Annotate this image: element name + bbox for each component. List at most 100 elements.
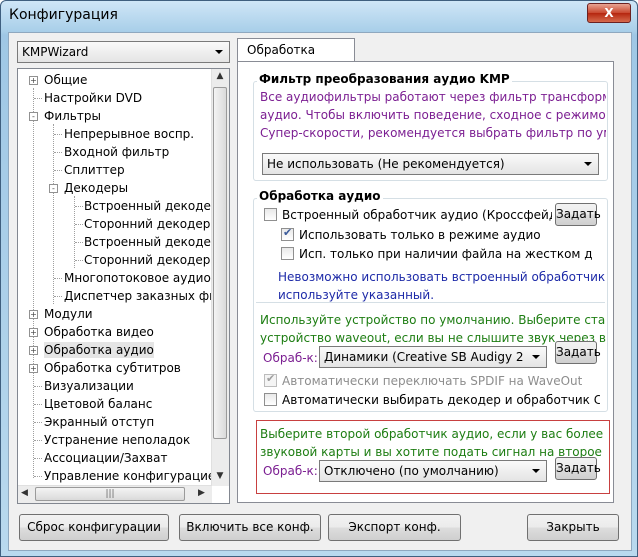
tree-item-builtin-decoder-video[interactable]: Встроенный декодер [84, 198, 219, 214]
renderer-setup-button[interactable]: Задать [555, 341, 601, 364]
tree-guide-line [53, 124, 54, 304]
close-button[interactable]: Закрыть [527, 514, 619, 541]
tree-hscroll-thumb[interactable]: ||| [35, 487, 185, 501]
tree-item-color-balance[interactable]: Цветовой баланс [44, 396, 152, 412]
auto-select-checkbox[interactable] [264, 393, 277, 406]
config-window: Конфигурация X KMPWizard + Общие Настрой… [0, 0, 638, 557]
tree-item-builtin-decoder-audio[interactable]: Встроенный декодер [84, 234, 219, 250]
chevron-down-icon [584, 162, 592, 166]
builtin-renderer-label: Встроенный обработчик аудио (Кроссфейдер… [282, 208, 552, 222]
tree-connector [54, 170, 62, 171]
tree-vscroll-thumb[interactable] [213, 87, 227, 439]
tree-connector [34, 404, 42, 405]
tree-item-external-decoder-audio[interactable]: Сторонний декодер а [84, 252, 222, 268]
second-renderer-combo-value: Отключено (по умолчанию) [324, 464, 499, 478]
audio-filter-combo-value: Не использовать (Не рекомендуется) [267, 157, 505, 171]
settings-tree[interactable]: + Общие Настройки DVD - Фильтры Непрерыв… [17, 68, 230, 504]
scroll-left-icon[interactable]: ◀ [21, 488, 28, 498]
filter-desc-line: Все аудиофильтры работают через фильтр т… [260, 90, 606, 104]
only-hdd-file-checkbox[interactable] [281, 247, 294, 260]
audio-filter-combo[interactable]: Не использовать (Не рекомендуется) [262, 153, 599, 175]
tree-item-audio-processing[interactable]: Обработка аудио [44, 342, 154, 358]
tab-audio-processing[interactable]: Обработка аудио [237, 38, 355, 71]
tree-item-custom-filter-manager[interactable]: Диспетчер заказных филь [64, 288, 229, 304]
tree-item-associations[interactable]: Ассоциации/Захват [44, 450, 167, 466]
preset-combo[interactable]: KMPWizard [17, 41, 230, 63]
chevron-down-icon [215, 50, 223, 54]
title-bar[interactable]: Конфигурация X [1, 1, 637, 33]
tab-page: Фильтр преобразования аудио KMP Все ауди… [237, 61, 614, 503]
tree-item-troubleshooting[interactable]: Устранение неполадок [44, 432, 190, 448]
second-renderer-label: Обраб-к: [263, 464, 318, 478]
tree-connector [54, 278, 62, 279]
filter-group-title: Фильтр преобразования аудио KMP [257, 72, 512, 86]
tree-connector [34, 98, 42, 99]
second-renderer-setup-button[interactable]: Задать [555, 457, 601, 480]
tree-item-input-filter[interactable]: Входной фильтр [64, 144, 169, 160]
audio-renderer-combo-value: Динамики (Creative SB Audigy 2 [324, 350, 524, 364]
grip-icon: ||| [105, 489, 115, 499]
tree-connector [75, 206, 83, 207]
tree-item-subtitle-processing[interactable]: Обработка субтитров [44, 360, 181, 376]
tree-connector [34, 440, 42, 441]
tree-connector [75, 224, 83, 225]
tree-item-external-decoder-video[interactable]: Сторонний декодер в [84, 216, 221, 232]
tree-item-modules[interactable]: Модули [44, 306, 93, 322]
tree-item-decoders[interactable]: Декодеры [64, 180, 128, 196]
scroll-right-icon[interactable]: ▶ [198, 488, 205, 498]
tree-connector [54, 152, 62, 153]
scroll-down-icon[interactable]: ▼ [212, 471, 228, 481]
window-title: Конфигурация [9, 7, 118, 23]
tree-horizontal-scrollbar[interactable]: ◀ ||| ▶ [18, 485, 212, 503]
second-renderer-combo[interactable]: Отключено (по умолчанию) [319, 460, 547, 482]
second-renderer-desc-line: Выберите второй обработчик аудио, если у… [260, 427, 606, 441]
spdif-label: Автоматически переключать SPDIF на WaveO… [282, 374, 582, 388]
tree-item-general[interactable]: Общие [44, 72, 87, 88]
tree-item-screen-margin[interactable]: Экранный отступ [44, 414, 154, 430]
collapse-icon[interactable]: - [49, 184, 58, 193]
export-config-button[interactable]: Экспорт конф. [328, 514, 461, 541]
tree-item-video-processing[interactable]: Обработка видео [44, 324, 154, 340]
tree-connector [34, 386, 42, 387]
spdif-checkbox[interactable] [264, 372, 277, 387]
collapse-icon[interactable]: - [29, 112, 38, 121]
expand-icon[interactable]: + [29, 364, 38, 373]
tree-connector [75, 260, 83, 261]
audio-renderer-combo[interactable]: Динамики (Creative SB Audigy 2 [319, 346, 547, 368]
tree-item-dvd[interactable]: Настройки DVD [44, 90, 142, 106]
tree-connector [34, 458, 42, 459]
expand-icon[interactable]: + [29, 310, 38, 319]
only-hdd-file-label: Исп. только при наличии файла на жестком… [299, 247, 592, 261]
builtin-renderer-checkbox[interactable] [264, 208, 277, 221]
tree-item-filters[interactable]: Фильтры [44, 108, 101, 124]
scroll-up-icon[interactable]: ▲ [212, 71, 228, 81]
default-device-desc-line: Используйте устройство по умолчанию. Выб… [260, 313, 606, 327]
filter-desc-line: Супер-скорости, рекомендуется выбрать фи… [260, 126, 606, 140]
preset-combo-value: KMPWizard [22, 45, 89, 59]
chevron-down-icon [532, 469, 540, 473]
group-separator [256, 302, 605, 303]
tree-connector [75, 242, 83, 243]
builtin-renderer-setup-button[interactable]: Задать [555, 203, 601, 226]
reset-config-button[interactable]: Сброс конфигурации [19, 514, 169, 541]
only-audio-mode-label: Использовать только в режиме аудио [299, 228, 541, 242]
enable-all-config-button[interactable]: Включить все конф. [179, 514, 321, 541]
only-audio-mode-checkbox[interactable] [281, 226, 294, 241]
tree-connector [34, 422, 42, 423]
tree-item-continuous-play[interactable]: Непрерывное воспр. [64, 126, 194, 142]
expand-icon[interactable]: + [29, 76, 38, 85]
chevron-down-icon [532, 355, 540, 359]
tree-item-config-management[interactable]: Управление конфигурацией [44, 468, 223, 484]
tree-connector [34, 476, 42, 477]
tree-connector [54, 296, 62, 297]
expand-icon[interactable]: + [29, 328, 38, 337]
tree-item-multistream-audio[interactable]: Многопотоковое аудио [64, 270, 211, 286]
tree-item-visualizations[interactable]: Визуализации [44, 378, 134, 394]
tree-item-splitter[interactable]: Сплиттер [64, 162, 125, 178]
tree-vertical-scrollbar[interactable]: ▲ ▼ [211, 69, 229, 486]
audio-group-title: Обработка аудио [257, 189, 383, 203]
tree-connector [54, 134, 62, 135]
expand-icon[interactable]: + [29, 346, 38, 355]
window-close-button[interactable]: X [587, 3, 631, 23]
tree-guide-line [33, 88, 34, 478]
